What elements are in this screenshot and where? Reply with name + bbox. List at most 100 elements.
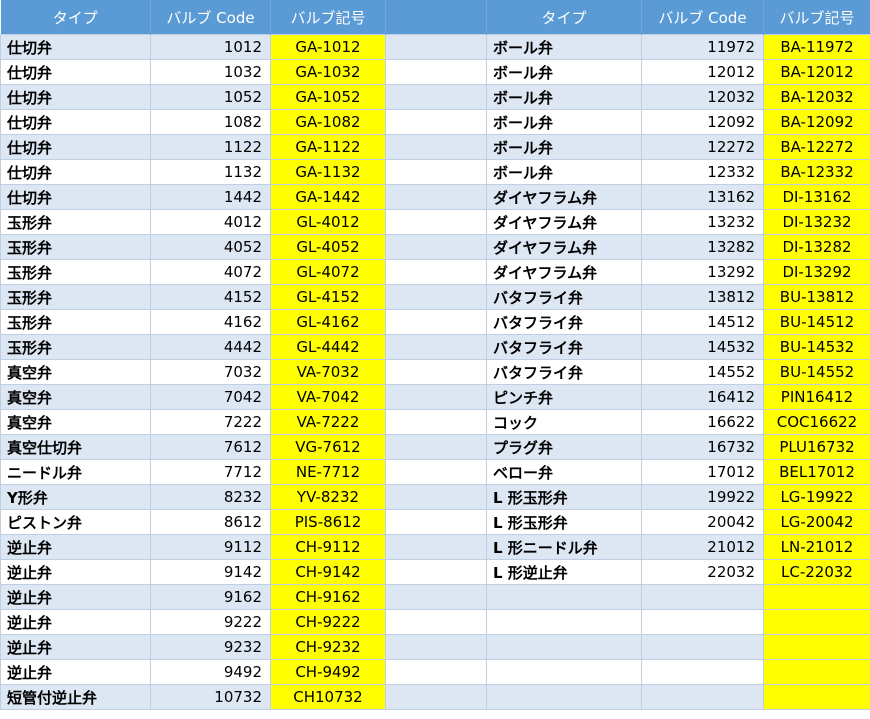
type-cell-right[interactable] [486,609,642,635]
symbol-cell-left[interactable]: CH-9232 [270,634,386,660]
type-cell-left[interactable]: 短管付逆止弁 [0,684,151,710]
symbol-cell-left[interactable]: CH-9142 [270,559,386,585]
type-cell-right[interactable] [486,584,642,610]
symbol-cell-left[interactable]: GL-4012 [270,209,386,235]
code-cell-left[interactable]: 7042 [150,384,271,410]
type-cell-left[interactable]: Y形弁 [0,484,151,510]
symbol-cell-right[interactable]: DI-13232 [763,209,870,235]
type-cell-right[interactable]: L 形ニードル弁 [486,534,642,560]
code-cell-right[interactable]: 21012 [641,534,764,560]
code-cell-right[interactable]: 20042 [641,509,764,535]
symbol-cell-right[interactable]: DI-13162 [763,184,870,210]
code-cell-left[interactable]: 1082 [150,109,271,135]
code-cell-right[interactable]: 12032 [641,84,764,110]
spacer-cell[interactable] [385,334,487,360]
code-cell-left[interactable]: 7612 [150,434,271,460]
type-cell-left[interactable]: 玉形弁 [0,259,151,285]
type-cell-right[interactable]: ボール弁 [486,34,642,60]
type-cell-right[interactable]: ダイヤフラム弁 [486,259,642,285]
symbol-cell-right[interactable]: BEL17012 [763,459,870,485]
code-cell-left[interactable]: 9492 [150,659,271,685]
spacer-cell[interactable] [385,609,487,635]
code-cell-right[interactable]: 14552 [641,359,764,385]
type-cell-left[interactable]: 玉形弁 [0,209,151,235]
code-cell-right[interactable] [641,684,764,710]
type-cell-left[interactable]: 逆止弁 [0,634,151,660]
symbol-cell-left[interactable]: CH-9112 [270,534,386,560]
type-cell-right[interactable]: ボール弁 [486,109,642,135]
symbol-cell-left[interactable]: GA-1012 [270,34,386,60]
spacer-cell[interactable] [385,184,487,210]
spacer-cell[interactable] [385,59,487,85]
code-cell-left[interactable]: 4052 [150,234,271,260]
symbol-cell-left[interactable]: GL-4442 [270,334,386,360]
type-cell-right[interactable]: ボール弁 [486,134,642,160]
code-cell-right[interactable]: 12092 [641,109,764,135]
symbol-cell-right[interactable]: BA-12272 [763,134,870,160]
spacer-cell[interactable] [385,384,487,410]
code-cell-left[interactable]: 1442 [150,184,271,210]
type-cell-left[interactable]: 玉形弁 [0,234,151,260]
symbol-cell-right[interactable]: LC-22032 [763,559,870,585]
symbol-cell-left[interactable]: GA-1442 [270,184,386,210]
code-cell-left[interactable]: 9142 [150,559,271,585]
type-cell-left[interactable]: 玉形弁 [0,334,151,360]
symbol-cell-left[interactable]: VA-7032 [270,359,386,385]
symbol-cell-left[interactable]: VG-7612 [270,434,386,460]
code-cell-left[interactable]: 1122 [150,134,271,160]
symbol-cell-left[interactable]: GA-1132 [270,159,386,185]
type-cell-right[interactable]: ダイヤフラム弁 [486,184,642,210]
type-cell-right[interactable]: コック [486,409,642,435]
spacer-cell[interactable] [385,134,487,160]
symbol-cell-left[interactable]: PIS-8612 [270,509,386,535]
type-cell-right[interactable]: バタフライ弁 [486,309,642,335]
header-symbol-left[interactable]: バルブ記号 [270,0,386,35]
code-cell-right[interactable] [641,584,764,610]
spacer-cell[interactable] [385,659,487,685]
symbol-cell-right[interactable]: BU-13812 [763,284,870,310]
spacer-cell[interactable] [385,309,487,335]
spacer-cell[interactable] [385,159,487,185]
type-cell-right[interactable]: ダイヤフラム弁 [486,234,642,260]
type-cell-left[interactable]: 玉形弁 [0,309,151,335]
symbol-cell-left[interactable]: GL-4052 [270,234,386,260]
code-cell-left[interactable]: 7032 [150,359,271,385]
code-cell-left[interactable]: 1012 [150,34,271,60]
type-cell-right[interactable]: バタフライ弁 [486,334,642,360]
code-cell-right[interactable] [641,634,764,660]
code-cell-right[interactable]: 16622 [641,409,764,435]
symbol-cell-right[interactable]: BA-12032 [763,84,870,110]
symbol-cell-right[interactable]: LG-19922 [763,484,870,510]
header-type-right[interactable]: タイプ [486,0,642,35]
type-cell-left[interactable]: 真空仕切弁 [0,434,151,460]
symbol-cell-right[interactable] [763,609,870,635]
symbol-cell-right[interactable]: BU-14552 [763,359,870,385]
code-cell-left[interactable]: 4152 [150,284,271,310]
type-cell-right[interactable]: ボール弁 [486,59,642,85]
code-cell-right[interactable]: 16732 [641,434,764,460]
symbol-cell-right[interactable] [763,684,870,710]
spacer-cell[interactable] [385,84,487,110]
code-cell-right[interactable]: 19922 [641,484,764,510]
spacer-cell[interactable] [385,634,487,660]
code-cell-left[interactable]: 9112 [150,534,271,560]
type-cell-left[interactable]: 逆止弁 [0,584,151,610]
code-cell-right[interactable]: 17012 [641,459,764,485]
type-cell-right[interactable]: L 形玉形弁 [486,484,642,510]
code-cell-left[interactable]: 9232 [150,634,271,660]
symbol-cell-left[interactable]: GL-4072 [270,259,386,285]
type-cell-right[interactable]: ダイヤフラム弁 [486,209,642,235]
code-cell-right[interactable]: 13232 [641,209,764,235]
symbol-cell-right[interactable]: PIN16412 [763,384,870,410]
header-type-left[interactable]: タイプ [0,0,151,35]
type-cell-right[interactable]: ピンチ弁 [486,384,642,410]
symbol-cell-left[interactable]: GL-4152 [270,284,386,310]
symbol-cell-left[interactable]: YV-8232 [270,484,386,510]
type-cell-left[interactable]: 仕切弁 [0,34,151,60]
spacer-cell[interactable] [385,484,487,510]
symbol-cell-left[interactable]: CH-9162 [270,584,386,610]
code-cell-right[interactable] [641,659,764,685]
code-cell-right[interactable]: 13282 [641,234,764,260]
type-cell-left[interactable]: 仕切弁 [0,59,151,85]
symbol-cell-right[interactable]: BA-11972 [763,34,870,60]
